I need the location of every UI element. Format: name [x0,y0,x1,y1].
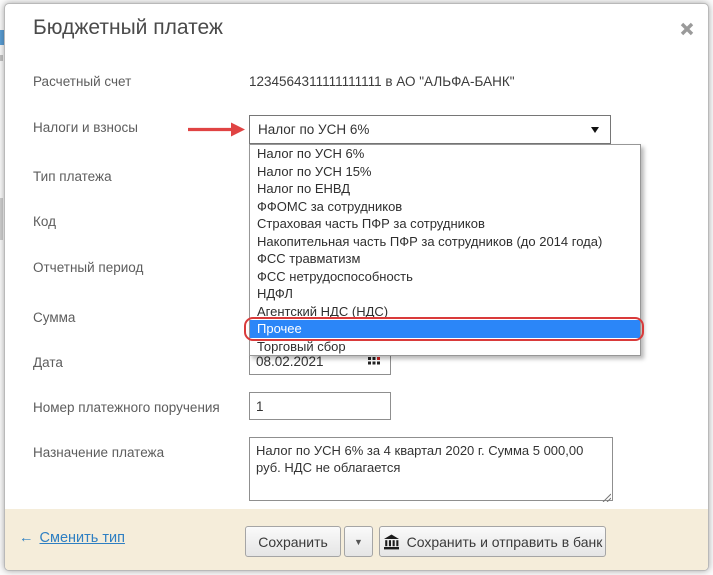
dropdown-option-label: Прочее [257,321,302,336]
dialog-title: Бюджетный платеж [33,16,223,39]
dropdown-option[interactable]: ФФОМС за сотрудников [250,198,640,216]
save-button[interactable]: Сохранить [245,526,341,557]
dropdown-option[interactable]: Агентский НДС (НДС) [250,303,640,321]
period-label: Отчетный период [33,260,144,275]
account-label: Расчетный счет [33,74,132,89]
dropdown-option[interactable]: ФСС травматизм [250,250,640,268]
code-label: Код [33,214,56,229]
change-type-link[interactable]: ← Сменить тип [19,530,125,546]
dropdown-option[interactable]: Накопительная часть ПФР за сотрудников (… [250,233,640,251]
purpose-textarea[interactable]: Налог по УСН 6% за 4 квартал 2020 г. Сум… [249,437,613,501]
dropdown-option[interactable]: Торговый сбор [250,338,640,356]
calendar-icon[interactable] [367,356,383,374]
chevron-down-icon [591,127,599,133]
dropdown-option[interactable]: Налог по ЕНВД [250,180,640,198]
dropdown-option[interactable]: Налог по УСН 15% [250,163,640,181]
budget-payment-dialog: Бюджетный платеж Расчетный счет 12345643… [4,3,709,571]
dropdown-option-highlighted[interactable]: Прочее [244,317,644,341]
taxes-label: Налоги и взносы [33,120,138,135]
dropdown-option[interactable]: НДФЛ [250,285,640,303]
save-options-caret-button[interactable]: ▼ [344,526,373,557]
dialog-footer: ← Сменить тип Сохранить ▼ Сохранить и отп… [5,509,708,570]
order-number-label: Номер платежного поручения [33,400,220,415]
bank-icon [383,534,400,550]
taxes-select-value: Налог по УСН 6% [258,122,370,137]
dropdown-option[interactable]: ФСС нетрудоспособность [250,268,640,286]
red-annotation-arrow-icon [187,122,245,142]
taxes-select[interactable]: Налог по УСН 6% [249,115,611,144]
dropdown-option[interactable]: Налог по УСН 6% [250,145,640,163]
taxes-dropdown-list: Налог по УСН 6% Налог по УСН 15% Налог п… [244,144,644,356]
account-value: 1234564311111111111 в АО "АЛЬФА-БАНК" [249,74,515,89]
amount-label: Сумма [33,310,76,325]
save-and-send-label: Сохранить и отправить в банк [406,533,603,550]
resize-grip-icon[interactable] [601,489,612,503]
date-label: Дата [33,355,63,370]
dropdown-option[interactable]: Страховая часть ПФР за сотрудников [250,215,640,233]
payment-type-label: Тип платежа [33,169,112,184]
purpose-label: Назначение платежа [33,445,165,460]
save-and-send-button[interactable]: Сохранить и отправить в банк [379,526,606,557]
order-number-input[interactable] [249,392,391,420]
close-icon[interactable] [678,20,696,38]
screen: Бюджетный платеж Расчетный счет 12345643… [0,0,713,575]
back-arrow-icon: ← [19,530,34,546]
page-behind-fragment [0,55,3,61]
page-behind-fragment [0,198,3,240]
change-type-link-label: Сменить тип [39,530,125,546]
